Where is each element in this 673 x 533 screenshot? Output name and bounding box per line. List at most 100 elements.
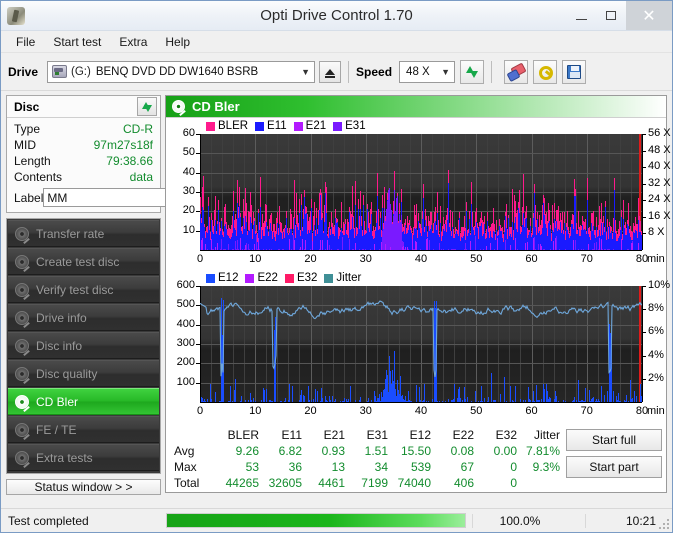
bar (638, 243, 639, 250)
panel-title: CD Bler (192, 99, 240, 114)
drive-select[interactable]: (G:) BENQ DVD DD DW1640 BSRB ▼ (47, 60, 316, 83)
save-button[interactable] (562, 59, 587, 84)
disc-test-icon (15, 366, 29, 381)
sidebar-item-disc-info[interactable]: Disc info (8, 332, 159, 359)
disc-refresh-button[interactable] (137, 97, 157, 116)
bar (420, 249, 421, 250)
bar (325, 249, 326, 250)
disc-label-row: Label (14, 187, 226, 208)
sidebar-item-create-test-disc[interactable]: Create test disc (8, 248, 159, 275)
cell: 0.08 (450, 444, 474, 458)
bler-chart[interactable]: BLER E11 E21 E31 10 20 30 40 50 60 8 X 16 X 24 X 32 X… (168, 120, 671, 272)
x-axis-tick-label: 10 (249, 405, 262, 417)
sidebar-item-fe-te[interactable]: FE / TE (8, 416, 159, 443)
disc-info-panel: Disc Type CD-R MID 97m27s18f Length 79:3… (6, 95, 226, 213)
x-axis-tick-label: 0 (196, 405, 204, 417)
start-full-button[interactable]: Start full (566, 429, 662, 451)
sidebar-item-drive-info[interactable]: Drive info (8, 304, 159, 331)
status-text: Test completed (8, 513, 89, 528)
bar (310, 249, 311, 250)
erase-button[interactable] (504, 59, 529, 84)
disc-test-icon (15, 254, 29, 269)
test-nav-list: Transfer rate Create test disc Verify te… (6, 218, 161, 474)
right-axis-line (642, 134, 643, 250)
sidebar-item-transfer-rate[interactable]: Transfer rate (8, 220, 159, 247)
bar (550, 249, 551, 250)
bar (556, 236, 557, 250)
column-header: E31 (366, 428, 388, 442)
table-row: Avg 9.26 6.82 0.93 1.51 15.50 0.08 0.00 … (170, 443, 566, 459)
tools-button[interactable] (533, 59, 558, 84)
bar (349, 239, 350, 250)
right-axis-tick-label: 8% (648, 302, 664, 315)
start-part-button[interactable]: Start part (566, 456, 662, 478)
bar (535, 249, 536, 250)
right-axis-tick-label: 16 X (648, 209, 671, 222)
status-bar: Test completed 100.0% 10:21 (1, 508, 672, 532)
bar (300, 247, 301, 250)
legend-swatch (255, 121, 265, 131)
legend-swatch (333, 121, 343, 131)
menu-item-start-test[interactable]: Start test (44, 33, 110, 51)
bar (213, 249, 214, 250)
disc-test-icon (15, 282, 29, 297)
column-header: E21 (323, 428, 345, 442)
bar (256, 235, 257, 250)
bar (202, 238, 203, 250)
bar (291, 249, 292, 250)
bar (283, 249, 284, 250)
bar (475, 236, 476, 250)
cell: 9.3% (532, 460, 560, 474)
bar (559, 249, 560, 250)
x-axis-tick-label: 60 (525, 405, 538, 417)
x-axis-tick-label: 40 (414, 405, 428, 417)
x-axis-tick-label: 50 (470, 253, 483, 265)
cell: 44265 (225, 476, 259, 490)
disc-row-key: Type (14, 122, 41, 136)
resize-grip-icon[interactable] (659, 519, 669, 529)
refresh-button[interactable] (460, 59, 485, 84)
bar (390, 247, 391, 250)
status-window-button[interactable]: Status window > > (6, 479, 161, 495)
sidebar-item-extra-tests[interactable]: Extra tests (8, 444, 159, 471)
disc-test-icon (15, 394, 29, 409)
cell: 34 (374, 460, 388, 474)
right-axis-line (642, 286, 643, 402)
sidebar-item-cd-bler[interactable]: CD Bler (8, 388, 159, 415)
bar (217, 243, 218, 250)
e12-jitter-chart[interactable]: E12 E22 E32 Jitter 100 200 300 400 500 600 2% 4% 6% 8… (168, 272, 670, 424)
progress-fill (167, 514, 465, 527)
bar (327, 240, 328, 250)
window-title: Opti Drive Control 1.70 (260, 7, 413, 24)
cell: 74040 (397, 476, 431, 490)
sidebar-item-label: Disc quality (36, 366, 98, 381)
bar (363, 249, 364, 250)
chart-legend: BLER E11 E21 E31 (206, 120, 366, 132)
disc-test-icon (15, 450, 29, 465)
sidebar-item-label: Drive info (36, 310, 87, 325)
sidebar-item-label: Transfer rate (36, 226, 105, 241)
bar (289, 239, 290, 250)
menu-item-help[interactable]: Help (156, 33, 199, 51)
tools-icon (538, 65, 553, 80)
legend-label: BLER (218, 120, 249, 132)
charts-area: BLER E11 E21 E31 10 20 30 40 50 60 8 X 16 X 24 X 32 X… (166, 118, 671, 424)
disc-row-key: Length (14, 154, 51, 168)
sidebar-item-disc-quality[interactable]: Disc quality (8, 360, 159, 387)
menu-item-extra[interactable]: Extra (110, 33, 156, 51)
speed-select[interactable]: 48 X ▼ (399, 60, 456, 83)
disc-row-key: Contents (14, 170, 63, 184)
menu-item-file[interactable]: File (7, 33, 44, 51)
disc-label-key: Label (14, 190, 44, 205)
legend-label: E11 (267, 120, 287, 132)
bar (254, 244, 255, 250)
table-row: Max 53 36 13 34 539 67 0 9.3% (170, 459, 566, 475)
bar (448, 249, 449, 250)
sidebar-item-verify-test-disc[interactable]: Verify test disc (8, 276, 159, 303)
title-bar: Opti Drive Control 1.70 ✕ (1, 1, 672, 31)
eject-button[interactable] (319, 60, 342, 83)
bar (555, 238, 556, 250)
bar (443, 249, 444, 250)
bar (621, 239, 622, 250)
sidebar-item-label: Create test disc (36, 254, 120, 269)
